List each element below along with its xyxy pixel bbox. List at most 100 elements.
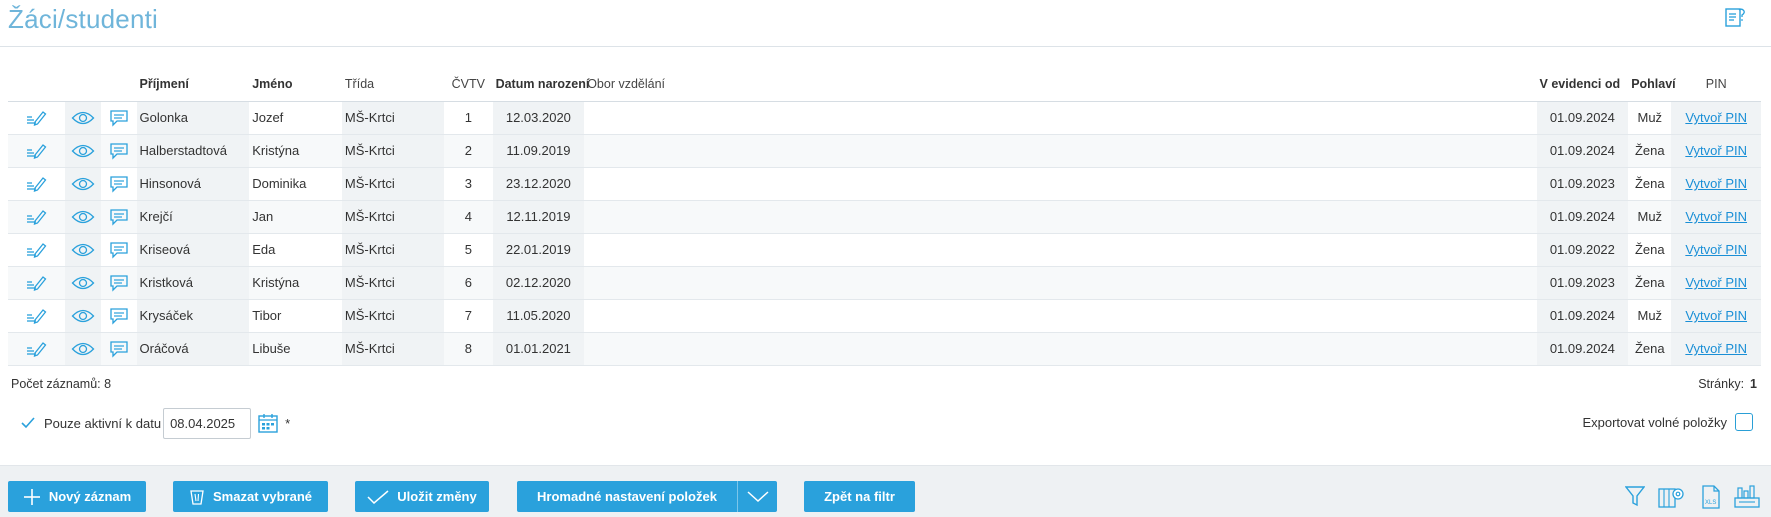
edit-icon[interactable] — [25, 109, 47, 127]
edit-icon[interactable] — [25, 142, 47, 160]
comment-icon[interactable] — [109, 274, 129, 292]
edit-icon[interactable] — [25, 208, 47, 226]
cell-field-of-study — [584, 101, 1537, 135]
view-cell — [64, 266, 101, 300]
create-pin-link[interactable]: Vytvoř PIN — [1685, 110, 1747, 125]
cell-class: MŠ-Krtci — [341, 233, 445, 267]
export-xls-icon[interactable]: XLS — [1700, 485, 1722, 509]
checkmark-icon — [367, 489, 389, 504]
cell-pin: Vytvoř PIN — [1671, 200, 1761, 234]
cell-surname: Hinsonová — [136, 167, 250, 201]
save-changes-button[interactable]: Uložit změny — [355, 481, 489, 512]
create-pin-link[interactable]: Vytvoř PIN — [1685, 341, 1747, 356]
comment-icon[interactable] — [109, 208, 129, 226]
header-class[interactable]: Třída — [341, 68, 445, 102]
back-to-filter-button[interactable]: Zpět na filtr — [804, 481, 915, 512]
active-date-input[interactable] — [163, 407, 252, 439]
cell-gender: Žena — [1628, 332, 1672, 366]
header-gender[interactable]: Pohlaví — [1628, 68, 1676, 102]
column-settings-icon[interactable] — [1658, 485, 1686, 509]
comment-icon[interactable] — [109, 340, 129, 358]
view-icon[interactable] — [71, 308, 95, 324]
export-free-items-checkbox[interactable] — [1735, 413, 1753, 431]
view-cell — [64, 167, 101, 201]
cell-field-of-study — [584, 134, 1537, 168]
header-pin[interactable]: PIN — [1671, 68, 1761, 102]
create-pin-link[interactable]: Vytvoř PIN — [1685, 308, 1747, 323]
view-icon[interactable] — [71, 176, 95, 192]
pagination: Stránky: 1 — [1698, 377, 1757, 391]
checkmark-icon — [21, 417, 35, 429]
edit-icon[interactable] — [25, 274, 47, 292]
header-edit — [8, 68, 65, 102]
view-icon[interactable] — [71, 143, 95, 159]
header-cvtv[interactable]: ČVTV — [444, 68, 493, 102]
header-in-records-since[interactable]: V evidenci od — [1536, 68, 1629, 102]
create-pin-link[interactable]: Vytvoř PIN — [1685, 143, 1747, 158]
cell-surname: Oráčová — [136, 332, 250, 366]
view-icon[interactable] — [71, 110, 95, 126]
cell-in-records-since: 01.09.2024 — [1536, 134, 1629, 168]
page-number[interactable]: 1 — [1750, 377, 1757, 391]
cell-cvtv: 5 — [444, 233, 493, 267]
header-name[interactable]: Jméno — [249, 68, 342, 102]
cell-name: Libuše — [249, 332, 342, 366]
svg-text:XLS: XLS — [1705, 500, 1716, 506]
active-only-label: Pouze aktivní k datu — [44, 415, 162, 431]
view-icon[interactable] — [71, 242, 95, 258]
cell-field-of-study — [584, 233, 1537, 267]
cell-gender: Žena — [1628, 266, 1672, 300]
cell-name: Eda — [249, 233, 342, 267]
edit-icon[interactable] — [25, 307, 47, 325]
save-changes-label: Uložit změny — [397, 489, 477, 504]
view-icon[interactable] — [71, 209, 95, 225]
pages-label: Stránky: — [1698, 377, 1745, 391]
comment-icon[interactable] — [109, 109, 129, 127]
edit-icon[interactable] — [25, 241, 47, 259]
header-surname[interactable]: Příjmení — [136, 68, 250, 102]
active-only-checkbox[interactable] — [18, 413, 38, 433]
delete-selected-button[interactable]: Smazat vybrané — [173, 481, 328, 512]
create-pin-link[interactable]: Vytvoř PIN — [1685, 242, 1747, 257]
edit-icon[interactable] — [25, 340, 47, 358]
comment-icon[interactable] — [109, 241, 129, 259]
new-record-button[interactable]: Nový záznam — [8, 481, 146, 512]
help-icon[interactable] — [1723, 6, 1747, 30]
active-filter-row: Pouze aktivní k datu * — [18, 407, 290, 439]
table-row: Kristková Kristýna MŠ-Krtci 6 02.12.2020… — [8, 266, 1761, 300]
edit-cell — [8, 134, 65, 168]
create-pin-link[interactable]: Vytvoř PIN — [1685, 275, 1747, 290]
comment-cell — [100, 233, 137, 267]
print-report-icon[interactable] — [1734, 485, 1760, 509]
filter-icon[interactable] — [1625, 485, 1645, 507]
cell-gender: Žena — [1628, 167, 1672, 201]
cell-class: MŠ-Krtci — [341, 167, 445, 201]
cell-surname: Halberstadtová — [136, 134, 250, 168]
bulk-settings-button[interactable]: Hromadné nastavení položek — [517, 481, 737, 512]
comment-icon[interactable] — [109, 142, 129, 160]
comment-icon[interactable] — [109, 175, 129, 193]
cell-in-records-since: 01.09.2023 — [1536, 266, 1629, 300]
view-icon[interactable] — [71, 341, 95, 357]
page-title: Žáci/studenti — [8, 4, 159, 34]
view-cell — [64, 134, 101, 168]
view-icon[interactable] — [71, 275, 95, 291]
comment-cell — [100, 332, 137, 366]
create-pin-link[interactable]: Vytvoř PIN — [1685, 209, 1747, 224]
bulk-settings-dropdown[interactable] — [737, 481, 777, 512]
comment-icon[interactable] — [109, 307, 129, 325]
cell-class: MŠ-Krtci — [341, 101, 445, 135]
edit-icon[interactable] — [25, 175, 47, 193]
cell-in-records-since: 01.09.2024 — [1536, 299, 1629, 333]
cell-in-records-since: 01.09.2022 — [1536, 233, 1629, 267]
cell-gender: Žena — [1628, 134, 1672, 168]
header-field-of-study[interactable]: Obor vzdělání — [584, 68, 1537, 102]
header-birth-date[interactable]: Datum narození — [492, 68, 589, 102]
create-pin-link[interactable]: Vytvoř PIN — [1685, 176, 1747, 191]
cell-birth-date: 22.01.2019 — [492, 233, 585, 267]
comment-cell — [100, 101, 137, 135]
trash-icon — [190, 489, 204, 505]
table-row: Krejčí Jan MŠ-Krtci 4 12.11.2019 01.09.2… — [8, 200, 1761, 234]
calendar-icon[interactable] — [257, 412, 279, 434]
comment-cell — [100, 167, 137, 201]
